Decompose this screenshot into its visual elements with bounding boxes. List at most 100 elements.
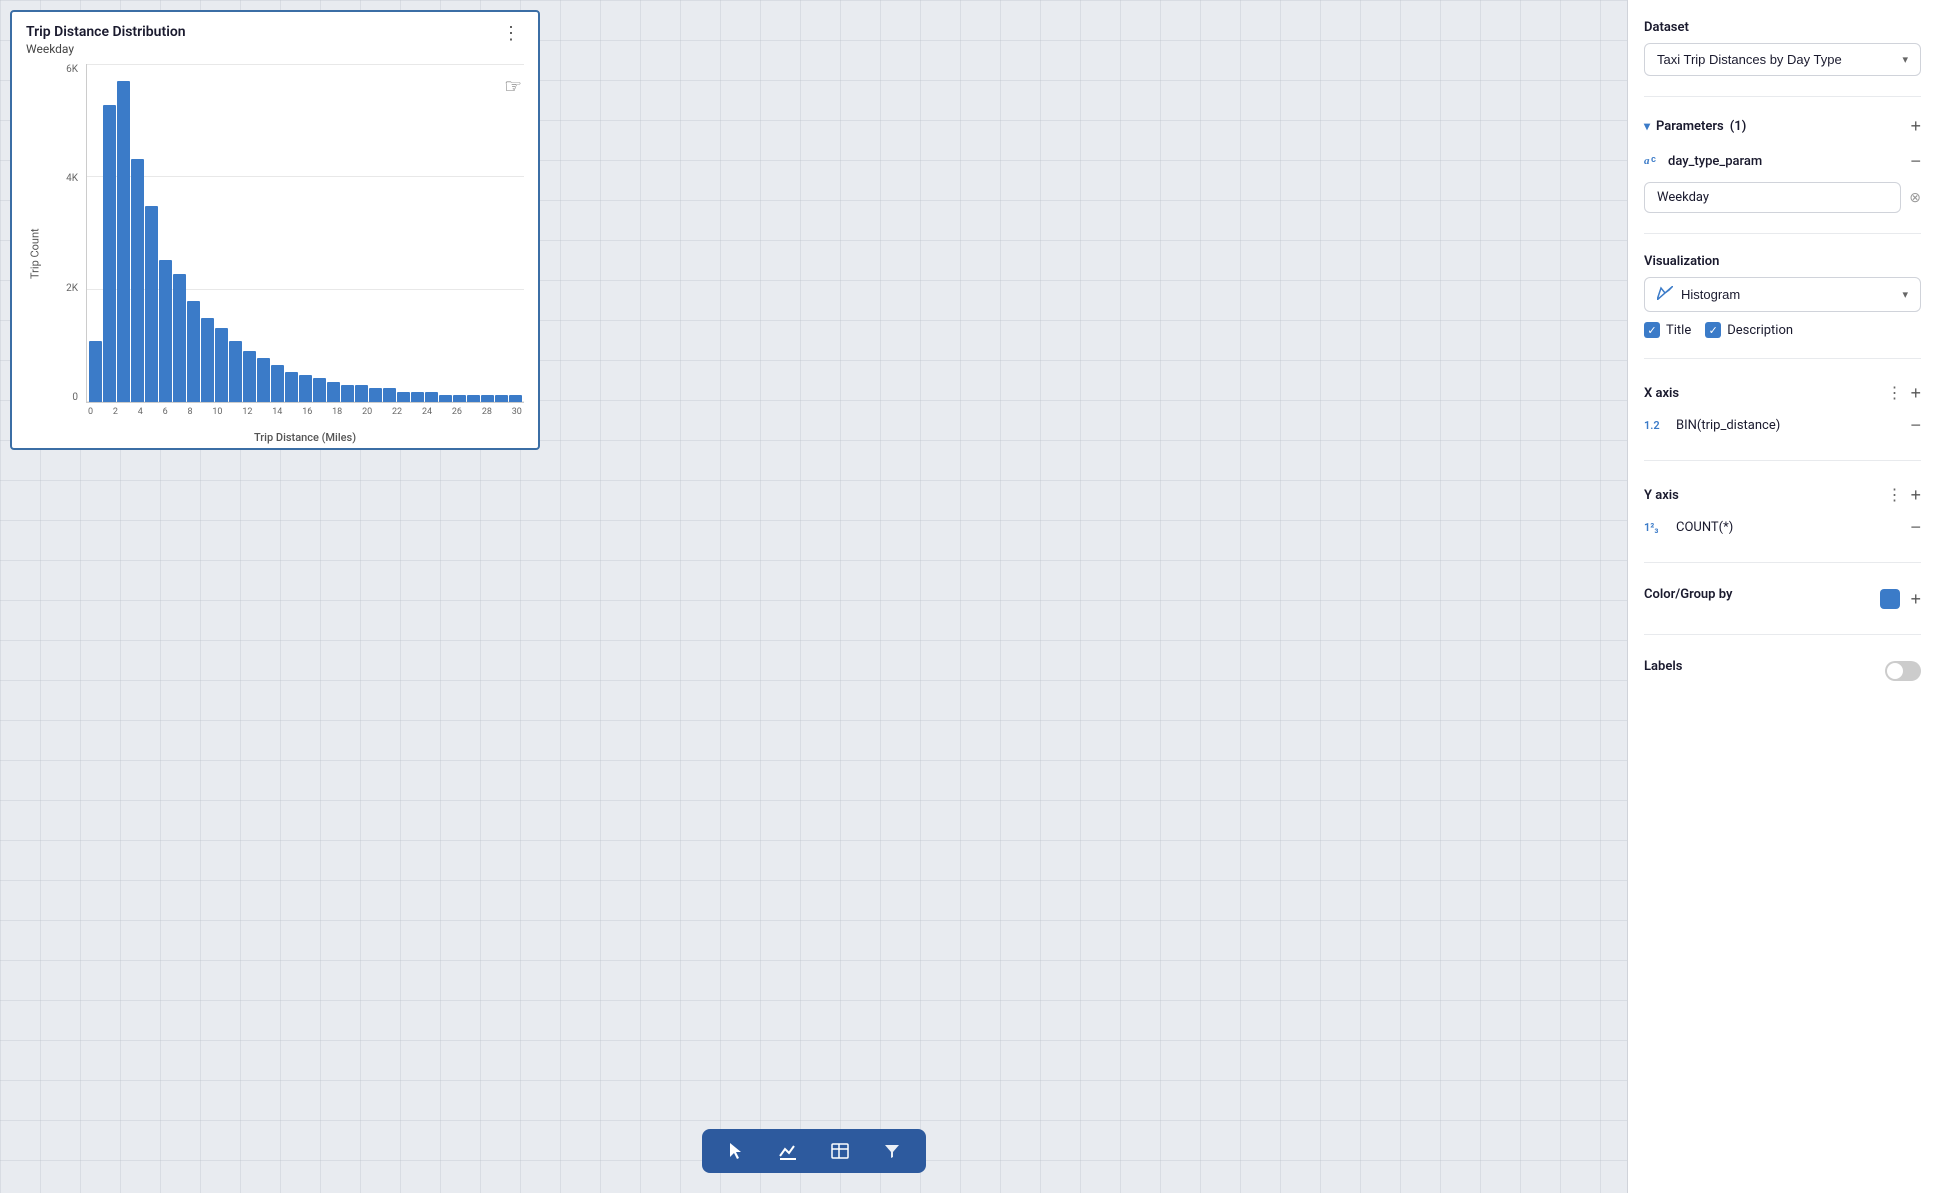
description-checkbox[interactable]: ✓ bbox=[1705, 322, 1721, 338]
parameter-value-select[interactable]: Weekday bbox=[1644, 182, 1901, 213]
bar-30 bbox=[509, 395, 522, 402]
bar-0 bbox=[89, 341, 102, 402]
bottom-toolbar bbox=[702, 1129, 926, 1173]
title-check-icon: ✓ bbox=[1647, 324, 1656, 337]
visualization-type-dropdown[interactable]: Histogram ▾ bbox=[1644, 277, 1921, 312]
collapse-icon[interactable]: ▾ bbox=[1644, 119, 1650, 133]
color-group-label: Color/Group by bbox=[1644, 587, 1732, 602]
x-axis-field-row: 1.2 BIN(trip_distance) − bbox=[1644, 411, 1921, 440]
bar-19 bbox=[355, 385, 368, 402]
description-check-icon: ✓ bbox=[1709, 324, 1718, 337]
y-axis-header: Y axis ⋮ + bbox=[1644, 485, 1921, 505]
bar-28 bbox=[481, 395, 494, 402]
chart-menu-button[interactable]: ⋮ bbox=[498, 24, 524, 42]
visualization-type-text: Histogram bbox=[1681, 287, 1740, 302]
cursor-tool-button[interactable] bbox=[718, 1137, 754, 1165]
filter-tool-button[interactable] bbox=[874, 1137, 910, 1165]
bar-20 bbox=[369, 388, 382, 402]
y-field-remove-button[interactable]: − bbox=[1910, 517, 1921, 538]
x-axis-more-button[interactable]: ⋮ bbox=[1886, 383, 1902, 403]
y-axis-more-button[interactable]: ⋮ bbox=[1886, 485, 1902, 505]
x-tick-24: 24 bbox=[422, 407, 432, 417]
divider-1 bbox=[1644, 96, 1921, 97]
bar-10 bbox=[229, 341, 242, 402]
divider-3 bbox=[1644, 358, 1921, 359]
bar-2 bbox=[117, 81, 130, 402]
x-axis-field-left: 1.2 BIN(trip_distance) bbox=[1644, 418, 1780, 433]
parameters-add-button[interactable]: + bbox=[1910, 117, 1921, 135]
bar-24 bbox=[425, 392, 438, 402]
table-tool-button[interactable] bbox=[822, 1137, 858, 1165]
x-field-remove-button[interactable]: − bbox=[1910, 415, 1921, 436]
dataset-dropdown[interactable]: Taxi Trip Distances by Day Type ▾ bbox=[1644, 43, 1921, 76]
visualization-type-arrow-icon: ▾ bbox=[1902, 288, 1908, 301]
x-axis-add-button[interactable]: + bbox=[1910, 384, 1921, 402]
x-tick-4: 4 bbox=[138, 407, 143, 417]
visualization-label: Visualization bbox=[1644, 254, 1921, 269]
x-field-type-badge: 1.2 bbox=[1644, 419, 1668, 432]
histogram-icon bbox=[1657, 286, 1673, 303]
bar-14 bbox=[285, 372, 298, 402]
divider-6 bbox=[1644, 634, 1921, 635]
y-tick-4k: 4K bbox=[66, 173, 78, 184]
parameter-row: a c day_type_param − bbox=[1644, 145, 1921, 178]
y-axis-add-button[interactable]: + bbox=[1910, 486, 1921, 504]
y-axis-field-row: 1²₃ COUNT(*) − bbox=[1644, 513, 1921, 542]
x-tick-20: 20 bbox=[362, 407, 372, 417]
right-sidebar: Dataset Taxi Trip Distances by Day Type … bbox=[1627, 0, 1937, 1193]
parameter-remove-button[interactable]: − bbox=[1910, 151, 1921, 172]
dataset-dropdown-arrow-icon: ▾ bbox=[1902, 53, 1908, 66]
divider-2 bbox=[1644, 233, 1921, 234]
x-tick-10: 10 bbox=[212, 407, 222, 417]
visualization-options-row: ✓ Title ✓ Description bbox=[1644, 322, 1921, 338]
title-checkbox-label: Title bbox=[1666, 323, 1691, 338]
color-swatch[interactable] bbox=[1880, 589, 1900, 609]
bar-23 bbox=[411, 392, 424, 402]
x-axis-title: X axis bbox=[1644, 386, 1679, 401]
bar-17 bbox=[327, 382, 340, 402]
x-tick-0: 0 bbox=[88, 407, 93, 417]
parameters-header-left: ▾ Parameters (1) bbox=[1644, 119, 1746, 134]
canvas-area: Trip Distance Distribution Weekday ⋮ ☞ T… bbox=[0, 0, 1627, 1193]
parameter-value-text: Weekday bbox=[1657, 190, 1709, 205]
bar-1 bbox=[103, 105, 116, 402]
x-tick-8: 8 bbox=[188, 407, 193, 417]
labels-label: Labels bbox=[1644, 659, 1682, 674]
y-axis-actions: ⋮ + bbox=[1886, 485, 1921, 505]
bar-25 bbox=[439, 395, 452, 402]
parameters-header: ▾ Parameters (1) + bbox=[1644, 117, 1921, 135]
description-checkbox-label: Description bbox=[1727, 323, 1793, 338]
line-chart-tool-button[interactable] bbox=[770, 1137, 806, 1165]
title-checkbox-item: ✓ Title bbox=[1644, 322, 1691, 338]
x-tick-16: 16 bbox=[302, 407, 312, 417]
parameters-section: ▾ Parameters (1) + a c day_type_param − … bbox=[1644, 117, 1921, 213]
color-group-add-button[interactable]: + bbox=[1910, 590, 1921, 608]
chart-title: Trip Distance Distribution bbox=[26, 24, 186, 40]
param-type-icon: a c bbox=[1644, 152, 1660, 172]
bar-3 bbox=[131, 159, 144, 402]
chart-card-header: Trip Distance Distribution Weekday ⋮ bbox=[26, 24, 524, 56]
x-tick-26: 26 bbox=[452, 407, 462, 417]
bars-container bbox=[87, 64, 524, 402]
bar-7 bbox=[187, 301, 200, 402]
parameter-name-text: day_type_param bbox=[1668, 154, 1762, 169]
color-group-actions: + bbox=[1880, 589, 1921, 609]
y-field-type-badge: 1²₃ bbox=[1644, 521, 1668, 534]
x-tick-28: 28 bbox=[482, 407, 492, 417]
dataset-section: Dataset Taxi Trip Distances by Day Type … bbox=[1644, 20, 1921, 76]
y-axis-field-left: 1²₃ COUNT(*) bbox=[1644, 520, 1733, 535]
bar-29 bbox=[495, 395, 508, 402]
bar-27 bbox=[467, 395, 480, 402]
chart-titles: Trip Distance Distribution Weekday bbox=[26, 24, 186, 56]
x-axis-label: Trip Distance (Miles) bbox=[86, 431, 524, 444]
chart-inner: 6K 4K 2K 0 bbox=[48, 64, 524, 444]
y-tick-6k: 6K bbox=[66, 64, 78, 75]
bar-6 bbox=[173, 274, 186, 402]
parameter-clear-button[interactable]: ⊗ bbox=[1909, 189, 1921, 206]
bar-18 bbox=[341, 385, 354, 402]
bar-9 bbox=[215, 328, 228, 402]
title-checkbox[interactable]: ✓ bbox=[1644, 322, 1660, 338]
bar-4 bbox=[145, 206, 158, 402]
parameters-label: Parameters bbox=[1656, 119, 1724, 134]
labels-toggle[interactable] bbox=[1885, 661, 1921, 681]
